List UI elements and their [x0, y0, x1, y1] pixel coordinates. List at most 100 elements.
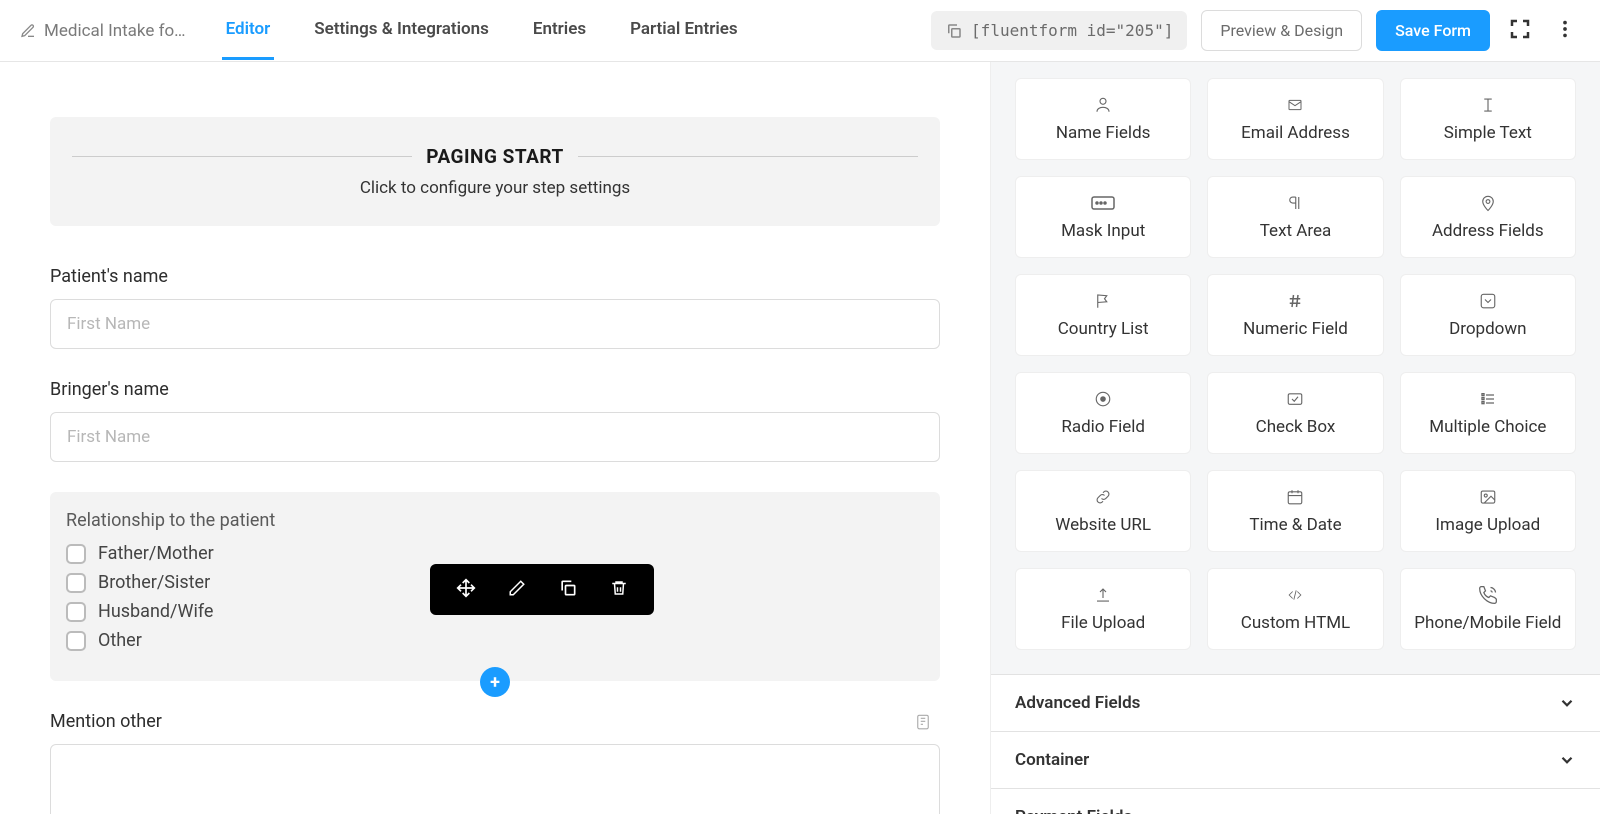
form-title[interactable]: Medical Intake fo…: [20, 21, 186, 41]
dots-vertical-icon: [1554, 18, 1576, 40]
option-other[interactable]: Other: [66, 630, 924, 651]
calendar-icon: [1214, 485, 1376, 509]
edit-button[interactable]: [504, 574, 530, 605]
paging-subtitle: Click to configure your step settings: [72, 178, 918, 198]
hash-icon: [1214, 289, 1376, 313]
form-title-text: Medical Intake fo…: [44, 21, 186, 41]
field-grid: Name Fields Email Address Simple Text Mask …: [991, 62, 1600, 674]
move-icon: [456, 578, 476, 598]
field-card-file-upload[interactable]: File Upload: [1015, 568, 1191, 650]
conditional-icon[interactable]: [914, 713, 932, 735]
field-card-multiple-choice[interactable]: Multiple Choice: [1400, 372, 1576, 454]
copy-icon: [945, 22, 963, 40]
delete-button[interactable]: [606, 574, 632, 605]
move-button[interactable]: [452, 574, 480, 605]
chevron-down-icon: [1558, 751, 1576, 769]
field-card-label: Phone/Mobile Field: [1407, 613, 1569, 633]
tab-partial-entries[interactable]: Partial Entries: [626, 1, 742, 60]
field-relationship[interactable]: Relationship to the patient Father/Mothe…: [50, 492, 940, 681]
paragraph-icon: [1214, 191, 1376, 215]
more-menu-button[interactable]: [1550, 14, 1580, 47]
flag-icon: [1022, 289, 1184, 313]
accordion-advanced-fields[interactable]: Advanced Fields: [991, 674, 1600, 731]
input-bringer-name[interactable]: [50, 412, 940, 462]
accordion-container[interactable]: Container: [991, 731, 1600, 788]
label-patient-name: Patient's name: [50, 266, 940, 287]
list-icon: [1407, 387, 1569, 411]
field-card-address-fields[interactable]: Address Fields: [1400, 176, 1576, 258]
preview-design-button[interactable]: Preview & Design: [1201, 10, 1362, 51]
field-card-country-list[interactable]: Country List: [1015, 274, 1191, 356]
label-mention-other: Mention other: [50, 711, 940, 732]
chevron-square-icon: [1407, 289, 1569, 313]
field-card-check-box[interactable]: Check Box: [1207, 372, 1383, 454]
code-icon: [1214, 583, 1376, 607]
link-icon: [1022, 485, 1184, 509]
tab-editor[interactable]: Editor: [222, 1, 275, 60]
field-card-label: Simple Text: [1407, 123, 1569, 143]
checkbox-icon: [66, 602, 86, 622]
label-relationship: Relationship to the patient: [66, 510, 924, 531]
checkbox-icon: [66, 573, 86, 593]
tab-entries[interactable]: Entries: [529, 1, 590, 60]
field-card-custom-html[interactable]: Custom HTML: [1207, 568, 1383, 650]
chevron-down-icon: [1558, 694, 1576, 712]
plus-icon: +: [490, 672, 500, 693]
field-card-label: Custom HTML: [1214, 613, 1376, 633]
copy-icon: [558, 578, 578, 598]
person-icon: [1022, 93, 1184, 117]
field-card-text-area[interactable]: Text Area: [1207, 176, 1383, 258]
field-card-label: Image Upload: [1407, 515, 1569, 535]
check-icon: [1214, 387, 1376, 411]
field-card-simple-text[interactable]: Simple Text: [1400, 78, 1576, 160]
image-icon: [1407, 485, 1569, 509]
field-card-label: Name Fields: [1022, 123, 1184, 143]
top-actions: [fluentform id="205"] Preview & Design S…: [931, 10, 1580, 51]
field-card-time-date[interactable]: Time & Date: [1207, 470, 1383, 552]
field-card-label: Numeric Field: [1214, 319, 1376, 339]
field-mention-other[interactable]: Mention other: [50, 711, 940, 814]
field-card-mask-input[interactable]: Mask Input: [1015, 176, 1191, 258]
upload-icon: [1022, 583, 1184, 607]
fullscreen-icon: [1508, 17, 1532, 41]
topbar: Medical Intake fo… Editor Settings & Int…: [0, 0, 1600, 62]
tab-settings[interactable]: Settings & Integrations: [310, 1, 493, 60]
add-field-button[interactable]: +: [480, 667, 510, 697]
field-card-website-url[interactable]: Website URL: [1015, 470, 1191, 552]
save-form-button[interactable]: Save Form: [1376, 10, 1490, 51]
field-card-label: Website URL: [1022, 515, 1184, 535]
field-card-label: Country List: [1022, 319, 1184, 339]
field-card-radio-field[interactable]: Radio Field: [1015, 372, 1191, 454]
text-cursor-icon: [1407, 93, 1569, 117]
field-card-label: Time & Date: [1214, 515, 1376, 535]
field-palette-sidebar: Name Fields Email Address Simple Text Mask …: [990, 62, 1600, 814]
option-father-mother[interactable]: Father/Mother: [66, 543, 924, 564]
field-card-name-fields[interactable]: Name Fields: [1015, 78, 1191, 160]
field-card-image-upload[interactable]: Image Upload: [1400, 470, 1576, 552]
input-patient-name[interactable]: [50, 299, 940, 349]
field-card-label: File Upload: [1022, 613, 1184, 633]
tab-bar: Editor Settings & Integrations Entries P…: [222, 1, 742, 60]
field-card-dropdown[interactable]: Dropdown: [1400, 274, 1576, 356]
checkbox-icon: [66, 631, 86, 651]
shortcode-box[interactable]: [fluentform id="205"]: [931, 11, 1187, 50]
editor-canvas: PAGING START Click to configure your ste…: [0, 62, 990, 814]
field-card-numeric-field[interactable]: Numeric Field: [1207, 274, 1383, 356]
fullscreen-button[interactable]: [1504, 13, 1536, 48]
paging-start-block[interactable]: PAGING START Click to configure your ste…: [50, 117, 940, 226]
field-card-label: Mask Input: [1022, 221, 1184, 241]
radio-icon: [1022, 387, 1184, 411]
paging-title: PAGING START: [426, 145, 564, 168]
field-card-phone-mobile-field[interactable]: Phone/Mobile Field: [1400, 568, 1576, 650]
duplicate-button[interactable]: [554, 574, 582, 605]
field-bringer-name[interactable]: Bringer's name: [50, 379, 940, 462]
mask-icon: [1022, 191, 1184, 215]
pin-icon: [1407, 191, 1569, 215]
phone-icon: [1407, 583, 1569, 607]
field-card-label: Radio Field: [1022, 417, 1184, 437]
field-card-email-address[interactable]: Email Address: [1207, 78, 1383, 160]
field-card-label: Address Fields: [1407, 221, 1569, 241]
textarea-mention-other[interactable]: [50, 744, 940, 814]
field-patient-name[interactable]: Patient's name: [50, 266, 940, 349]
accordion-payment-fields[interactable]: Payment Fields: [991, 788, 1600, 814]
